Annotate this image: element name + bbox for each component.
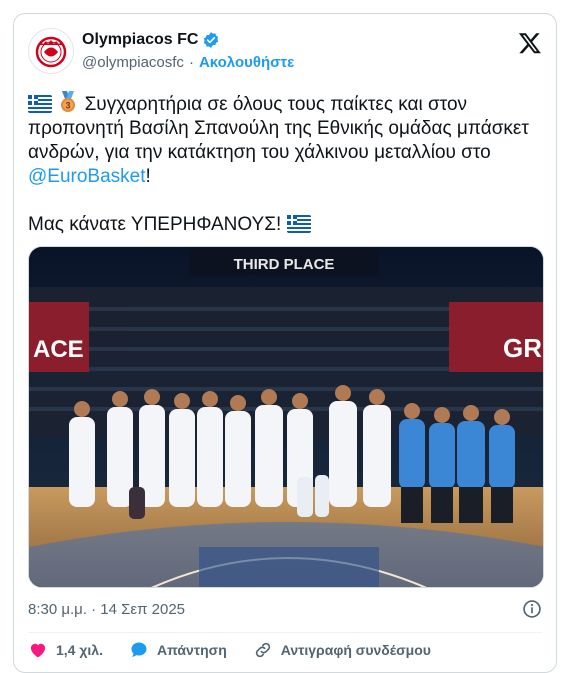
separator-dot: ·: [188, 54, 194, 71]
verified-badge-icon: [204, 32, 219, 48]
copy-link-label: Αντιγραφή συνδέσμου: [280, 642, 431, 658]
right-board-text: GR: [503, 333, 542, 363]
heart-icon: [30, 643, 46, 658]
avatar[interactable]: [28, 28, 74, 74]
reply-bubble-icon: [131, 642, 147, 658]
greek-flag-icon: [286, 215, 311, 233]
tweet-text: 3 Συγχαρητήρια σε όλους τους παίκτες και…: [28, 91, 548, 237]
like-count: 1,4 χιλ.: [56, 642, 103, 658]
tweet-body: Συγχαρητήρια σε όλους τους παίκτες και σ…: [28, 94, 529, 163]
divider: [28, 632, 542, 633]
follow-button[interactable]: Ακολουθήστε: [199, 54, 294, 71]
tweet-body-end: !: [145, 166, 151, 187]
tweet-proud-text: Μας κάνατε ΥΠΕΡΗΦΑΝΟΥΣ!: [28, 214, 287, 235]
third-place-banner: THIRD PLACE: [234, 256, 335, 273]
tweet-header: Olympiacos FC @olympiacosfc · Ακολουθήστ…: [28, 28, 542, 76]
action-bar: 1,4 χιλ. Απάντηση Αντιγραφή συνδέσμου: [28, 639, 457, 661]
team-photo[interactable]: THIRD PLACE ACE GR: [28, 246, 544, 588]
olympiacos-logo-icon: [35, 36, 67, 68]
svg-text:3: 3: [66, 101, 71, 111]
account-handle[interactable]: @olympiacosfc: [82, 54, 184, 71]
team-photo-image: THIRD PLACE ACE GR: [29, 247, 543, 587]
info-icon[interactable]: [522, 599, 542, 619]
x-logo-icon[interactable]: [518, 31, 542, 55]
bronze-medal-icon: 3: [61, 91, 76, 112]
account-name[interactable]: Olympiacos FC: [82, 31, 198, 49]
like-button[interactable]: 1,4 χιλ.: [28, 639, 103, 661]
timestamp[interactable]: 8:30 μ.μ. · 14 Σεπ 2025: [28, 601, 185, 618]
copy-link-button[interactable]: Αντιγραφή συνδέσμου: [253, 639, 431, 661]
left-board-text: ACE: [33, 336, 84, 363]
link-icon: [255, 642, 270, 658]
greek-flag-icon: [28, 95, 52, 113]
tweet-card: Olympiacos FC @olympiacosfc · Ακολουθήστ…: [13, 13, 557, 673]
eurobasket-mention-link[interactable]: @EuroBasket: [28, 166, 146, 187]
reply-label: Απάντηση: [156, 642, 227, 658]
reply-button[interactable]: Απάντηση: [129, 639, 227, 661]
